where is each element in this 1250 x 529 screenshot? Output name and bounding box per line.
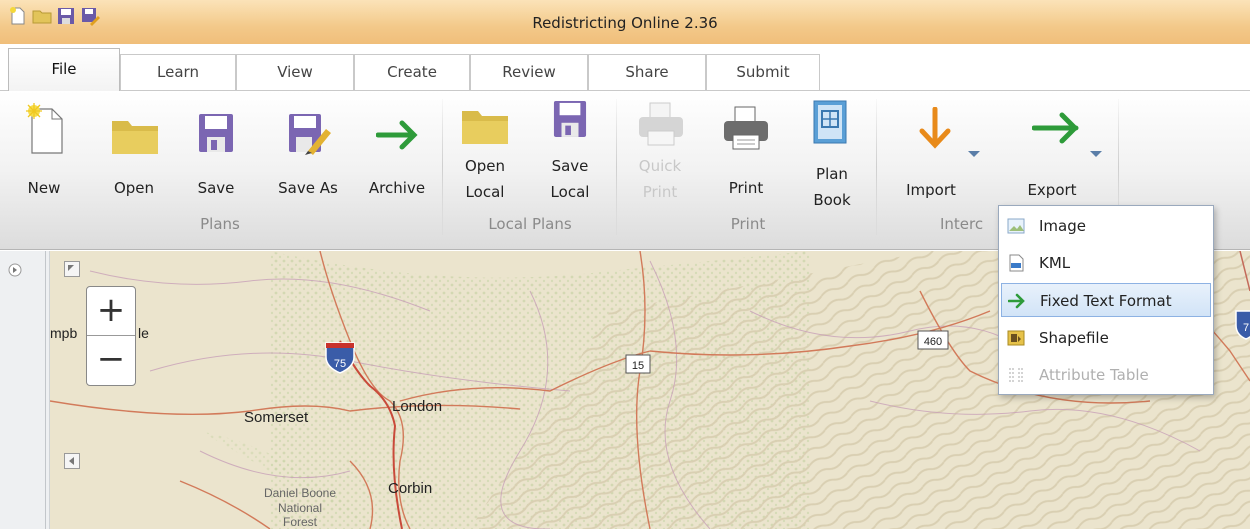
arrow-right-icon [1032,112,1079,144]
open-local-line1: Open [464,157,506,175]
map-label-campbellsville-end: le [138,325,149,341]
printer-icon [639,102,683,146]
plan-book-line1: Plan [816,165,848,183]
menu-item-shapefile[interactable]: Shapefile [1001,321,1211,355]
menu-item-image-label: Image [1039,217,1086,235]
open-label: Open [113,179,155,197]
ribbon-tabs: File Learn View Create Review Share Subm… [0,44,1250,91]
map-label-campbellsville-partial: mpb [50,325,78,341]
table-icon [1009,368,1023,382]
import-button[interactable]: Import [896,99,986,209]
open-folder-icon [112,121,158,154]
new-label: New [27,179,61,197]
pan-left-icon[interactable] [64,453,80,469]
group-separator [876,99,877,235]
save-local-button[interactable]: Save Local [540,99,600,209]
svg-text:15: 15 [632,360,644,372]
open-local-line2: Local [465,183,505,201]
new-file-icon [26,103,63,154]
menu-item-attribute-table[interactable]: Attribute Table [1001,358,1211,392]
route-460-shield: 460 [917,330,949,350]
save-button[interactable]: Save [190,99,242,209]
export-label: Export [1027,181,1077,199]
kml-icon [1009,254,1024,272]
save-as-icon [289,114,331,155]
tab-share[interactable]: Share [588,54,706,90]
import-label: Import [906,181,956,199]
image-icon [1007,218,1025,234]
save-icon [199,114,233,152]
arrow-right-icon [1008,293,1025,309]
arrow-right-icon [376,120,418,150]
quick-print-line1: Quick [638,157,682,175]
quick-print-line2: Print [642,183,678,201]
save-local-line1: Save [551,157,589,175]
book-icon [813,100,847,144]
map-label-london: London [392,398,443,415]
new-button[interactable]: New [18,99,70,209]
map-label-daniel-boone-2: National [277,501,323,515]
chevron-down-icon [968,151,980,157]
quick-print-button[interactable]: Quick Print [628,99,692,209]
archive-button[interactable]: Archive [362,99,432,209]
export-dropdown-menu: Image KML Fixed Text Format Shapefile At… [998,205,1214,395]
menu-item-kml[interactable]: KML [1001,246,1211,280]
expand-panel-icon[interactable] [8,263,22,277]
save-as-button[interactable]: Save As [270,99,346,209]
archive-label: Archive [368,179,426,197]
save-icon [553,101,587,137]
map-label-daniel-boone-1: Daniel Boone [263,486,337,500]
menu-item-fixed-text-format-label: Fixed Text Format [1040,292,1172,310]
menu-item-fixed-text-format[interactable]: Fixed Text Format [1001,283,1211,317]
map-label-corbin: Corbin [388,480,433,497]
tab-view[interactable]: View [236,54,354,90]
tab-file[interactable]: File [8,48,120,91]
save-local-line2: Local [550,183,590,201]
window-title: Redistricting Online 2.36 [532,14,718,32]
printer-icon [724,106,768,150]
group-separator [442,99,443,235]
map-label-somerset: Somerset [244,409,309,426]
arrow-down-icon [919,107,951,149]
print-label: Print [728,179,764,197]
save-as-label: Save As [278,179,338,197]
group-label-print: Print [730,215,766,233]
svg-text:75: 75 [334,358,346,370]
open-local-button[interactable]: Open Local [456,99,514,209]
menu-item-image[interactable]: Image [1001,209,1211,243]
map-corner-icon[interactable] [64,261,80,277]
panel-divider [45,251,46,529]
tab-learn[interactable]: Learn [120,54,236,90]
group-label-plans: Plans [200,215,240,233]
shapefile-icon [1007,330,1025,346]
zoom-control: + − [86,286,136,386]
zoom-out-button[interactable]: − [87,336,135,385]
svg-text:7: 7 [1243,322,1249,334]
menu-item-kml-label: KML [1039,254,1071,272]
route-15-shield: 15 [625,354,651,374]
tab-review[interactable]: Review [470,54,588,90]
menu-item-attribute-table-label: Attribute Table [1039,366,1149,384]
group-label-interop: Interc [940,215,984,233]
save-label: Save [197,179,235,197]
group-label-local-plans: Local Plans [488,215,572,233]
open-folder-icon [462,111,508,144]
title-bar: Redistricting Online 2.36 [0,0,1250,44]
open-button[interactable]: Open [104,99,164,209]
menu-item-shapefile-label: Shapefile [1039,329,1109,347]
left-panel-strip [0,251,50,529]
group-separator [616,99,617,235]
plan-book-line2: Book [813,191,851,209]
export-button[interactable]: Export [1010,99,1110,209]
tab-submit[interactable]: Submit [706,54,820,90]
svg-text:460: 460 [924,336,942,348]
print-button[interactable]: Print [714,99,778,209]
map-label-daniel-boone-3: Forest [282,515,317,529]
chevron-down-icon [1090,151,1102,157]
plan-book-button[interactable]: Plan Book [800,99,864,209]
tab-create[interactable]: Create [354,54,470,90]
zoom-in-button[interactable]: + [87,287,135,336]
